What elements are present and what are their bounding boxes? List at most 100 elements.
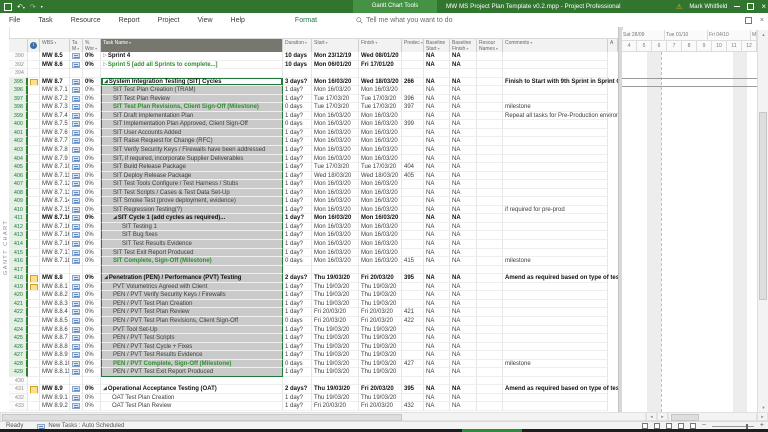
cell-baseline-finish[interactable]: NA — [450, 368, 477, 377]
cell-add-new-column[interactable] — [608, 308, 618, 317]
task-mode-icon[interactable] — [72, 190, 80, 196]
column-header-mode[interactable]: TaM▾ — [70, 39, 83, 53]
cell-duration[interactable]: 1 day? — [283, 112, 312, 121]
cell-duration[interactable]: 0 days — [283, 257, 312, 266]
cell-task-mode[interactable] — [70, 172, 83, 181]
cell-task-name[interactable] — [101, 266, 283, 275]
cell-task-name[interactable]: PEN / PVT Test Plan Creation — [101, 300, 283, 309]
filter-arrow-icon[interactable]: ▾ — [77, 46, 79, 51]
cell-add-new-column[interactable] — [608, 78, 618, 87]
cell-start[interactable]: Mon 16/03/20 — [312, 137, 359, 146]
cell-predecessors[interactable]: 395 — [402, 385, 424, 394]
task-mode-icon[interactable] — [72, 241, 80, 247]
row-number[interactable]: 407 — [9, 180, 28, 189]
task-mode-icon[interactable] — [72, 369, 80, 375]
cell-resource-names[interactable] — [477, 146, 503, 155]
row-number[interactable]: 419 — [9, 283, 28, 292]
cell-add-new-column[interactable] — [608, 368, 618, 377]
cell-comments[interactable] — [503, 52, 608, 61]
cell-predecessors[interactable] — [402, 112, 424, 121]
customize-qat-icon[interactable]: ▾ — [41, 4, 43, 9]
task-mode-icon[interactable] — [72, 275, 80, 281]
cell-wbs[interactable]: MW 8.8.1 — [40, 283, 70, 292]
cell-task-mode[interactable] — [70, 385, 83, 394]
indicator-cell[interactable] — [28, 137, 40, 146]
note-indicator-icon[interactable] — [30, 275, 38, 283]
cell-percent-work[interactable]: 0% — [83, 197, 101, 206]
cell-add-new-column[interactable] — [608, 291, 618, 300]
cell-percent-work[interactable]: 0% — [83, 129, 101, 138]
cell-resource-names[interactable] — [477, 360, 503, 369]
cell-baseline-finish[interactable]: NA — [450, 402, 477, 411]
cell-percent-work[interactable]: 0% — [83, 103, 101, 112]
column-header-bs[interactable]: BaselineStart▾ — [424, 39, 450, 53]
cell-wbs[interactable]: MW 8.9.1 — [40, 394, 70, 403]
scroll-right-icon[interactable]: ► — [657, 412, 668, 421]
cell-duration[interactable]: 0 days — [283, 120, 312, 129]
vertical-scrollbar-thumb[interactable] — [759, 112, 767, 300]
cell-wbs[interactable]: MW 8.7.12 — [40, 180, 70, 189]
column-header-bf[interactable]: BaselineFinish▾ — [450, 39, 477, 53]
cell-baseline-start[interactable]: NA — [424, 52, 450, 61]
cell-baseline-finish[interactable]: NA — [450, 52, 477, 61]
cell-resource-names[interactable] — [477, 61, 503, 70]
cell-finish[interactable] — [359, 266, 402, 275]
column-header-dur[interactable]: Duration▾ — [283, 39, 312, 53]
cell-task-name[interactable]: SIT Complete, Sign-Off (Milestone) — [101, 257, 283, 266]
cell-resource-names[interactable] — [477, 385, 503, 394]
row-number[interactable]: 433 — [9, 402, 28, 411]
row-number[interactable]: 432 — [9, 394, 28, 403]
cell-resource-names[interactable] — [477, 343, 503, 352]
row-number[interactable]: 422 — [9, 308, 28, 317]
cell-baseline-finish[interactable]: NA — [450, 214, 477, 223]
cell-baseline-start[interactable]: NA — [424, 343, 450, 352]
cell-percent-work[interactable]: 0% — [83, 334, 101, 343]
row-number[interactable]: 427 — [9, 351, 28, 360]
cell-finish[interactable]: Tue 17/03/20 — [359, 163, 402, 172]
cell-resource-names[interactable] — [477, 402, 503, 411]
cell-add-new-column[interactable] — [608, 351, 618, 360]
cell-add-new-column[interactable] — [608, 300, 618, 309]
cell-task-mode[interactable] — [70, 129, 83, 138]
cell-baseline-finish[interactable]: NA — [450, 300, 477, 309]
cell-finish[interactable] — [359, 377, 402, 386]
task-mode-icon[interactable] — [72, 156, 80, 162]
cell-percent-work[interactable]: 0% — [83, 214, 101, 223]
cell-task-mode[interactable] — [70, 86, 83, 95]
cell-baseline-start[interactable]: NA — [424, 308, 450, 317]
cell-task-mode[interactable] — [70, 343, 83, 352]
cell-task-name[interactable]: SIT Regression Testing(?) — [101, 206, 283, 215]
row-number[interactable]: 409 — [9, 197, 28, 206]
cell-duration[interactable]: 2 days? — [283, 385, 312, 394]
cell-finish[interactable]: Thu 19/03/20 — [359, 326, 402, 335]
row-number[interactable]: 398 — [9, 103, 28, 112]
cell-add-new-column[interactable] — [608, 163, 618, 172]
cell-resource-names[interactable] — [477, 351, 503, 360]
cell-finish[interactable]: Thu 19/03/20 — [359, 334, 402, 343]
cell-percent-work[interactable]: 0% — [83, 223, 101, 232]
cell-predecessors[interactable] — [402, 326, 424, 335]
cell-duration[interactable]: 1 day? — [283, 334, 312, 343]
cell-comments[interactable] — [503, 283, 608, 292]
row-number[interactable]: 392 — [9, 61, 28, 70]
indicator-cell[interactable] — [28, 103, 40, 112]
indicator-cell[interactable] — [28, 385, 40, 394]
cell-duration[interactable]: 1 day? — [283, 368, 312, 377]
cell-predecessors[interactable] — [402, 300, 424, 309]
cell-baseline-finish[interactable]: NA — [450, 103, 477, 112]
cell-task-mode[interactable] — [70, 52, 83, 61]
cell-resource-names[interactable] — [477, 283, 503, 292]
row-number[interactable]: 413 — [9, 231, 28, 240]
cell-percent-work[interactable]: 0% — [83, 86, 101, 95]
cell-predecessors[interactable] — [402, 377, 424, 386]
cell-task-name[interactable]: PEN / PVT Test Scripts — [101, 334, 283, 343]
cell-finish[interactable]: Thu 19/03/20 — [359, 394, 402, 403]
cell-task-mode[interactable] — [70, 394, 83, 403]
cell-baseline-start[interactable]: NA — [424, 112, 450, 121]
cell-percent-work[interactable]: 0% — [83, 155, 101, 164]
column-header-cm[interactable]: Comments▾ — [503, 39, 608, 53]
cell-comments[interactable] — [503, 146, 608, 155]
row-number[interactable]: 416 — [9, 257, 28, 266]
cell-comments[interactable] — [503, 86, 608, 95]
cell-predecessors[interactable] — [402, 206, 424, 215]
